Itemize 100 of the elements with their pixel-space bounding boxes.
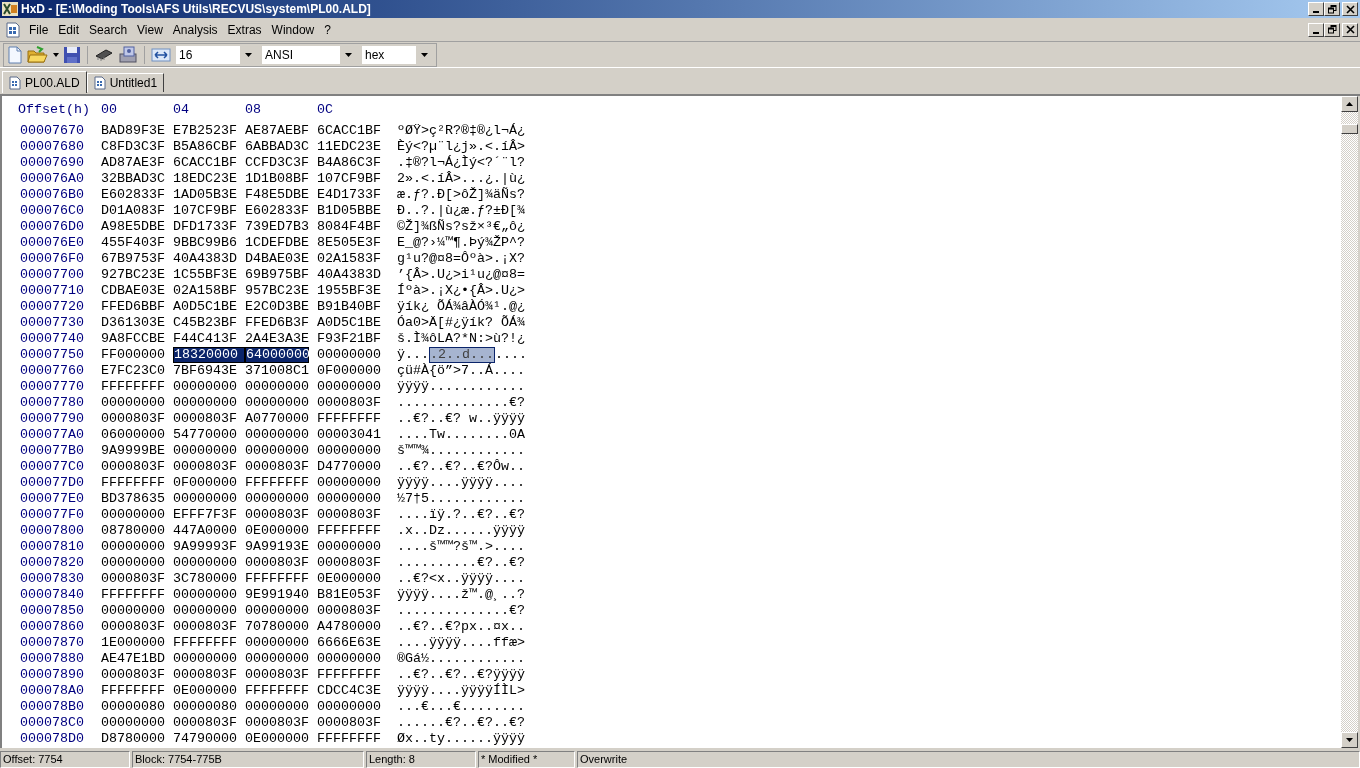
hex-byte-group[interactable]: 0E000000	[317, 571, 381, 587]
hex-byte-group[interactable]: C45B23BF	[173, 315, 237, 331]
ascii-text[interactable]: ..€?..€?..€?ÿÿÿÿ	[397, 667, 525, 683]
menu-item[interactable]: File	[24, 20, 54, 39]
hex-byte-group[interactable]: 40A4383D	[317, 267, 381, 283]
hex-byte-group[interactable]: 00000000	[173, 491, 237, 507]
hex-byte-group[interactable]: 371008C1	[245, 363, 309, 379]
ascii-text[interactable]: ÿ...	[397, 347, 429, 363]
hex-byte-group[interactable]: 447A0000	[173, 523, 237, 539]
hex-byte-group[interactable]: 00000000	[173, 555, 237, 571]
hex-byte-group[interactable]: D4BAE03E	[245, 251, 309, 267]
hex-byte-group[interactable]: 00000000	[101, 507, 165, 523]
ascii-text[interactable]: çü#À{ö”>7..Á....	[397, 363, 525, 379]
tab[interactable]: Untitled1	[86, 73, 165, 92]
ascii-text[interactable]: ÿÿÿÿ............	[397, 379, 525, 395]
hex-byte-group[interactable]: FFFFFFFF	[245, 571, 309, 587]
hex-byte-group[interactable]: 02A158BF	[173, 283, 237, 299]
hex-byte-group[interactable]: C8FD3C3F	[101, 139, 165, 155]
hex-byte-group[interactable]: 00000000	[173, 443, 237, 459]
hex-byte-group[interactable]: F48E5DBE	[245, 187, 309, 203]
hex-byte-group[interactable]: 00000000	[101, 603, 165, 619]
hex-byte-group[interactable]: 40A4383D	[173, 251, 237, 267]
hex-byte-group[interactable]: 0F000000	[173, 475, 237, 491]
hex-byte-group[interactable]: 00000000	[245, 635, 309, 651]
disk-drive-icon[interactable]	[118, 45, 138, 64]
ascii-text[interactable]: ...€...€........	[397, 699, 525, 715]
menu-item[interactable]: Extras	[222, 20, 267, 39]
ascii-text[interactable]: ....ÿÿÿÿ....ffæ>	[397, 635, 525, 651]
hex-byte-group[interactable]: 18EDC23E	[173, 171, 237, 187]
hex-byte-group[interactable]: 957BC23E	[245, 283, 309, 299]
ascii-text[interactable]: ÿÿÿÿ....ÿÿÿÿ....	[397, 475, 525, 491]
hex-byte-group[interactable]: 0000803F	[245, 555, 309, 571]
hex-byte-group[interactable]: CDCC4C3E	[317, 683, 381, 699]
hex-byte-group[interactable]: 69B975BF	[245, 267, 309, 283]
hex-byte-group[interactable]: FFFFFFFF	[101, 683, 165, 699]
hex-byte-group[interactable]: 00000000	[101, 395, 165, 411]
hex-byte-group[interactable]: FFFFFFFF	[317, 667, 381, 683]
close-button[interactable]	[1342, 22, 1358, 37]
hex-byte-group[interactable]: 00000000	[173, 395, 237, 411]
hex-byte-group[interactable]: 0000803F	[245, 715, 309, 731]
ascii-text[interactable]: 2».<.íÂ>...¿.|ù¿	[397, 171, 525, 187]
hex-byte-group[interactable]: 54770000	[173, 427, 237, 443]
hex-byte-group[interactable]: E4D1733F	[317, 187, 381, 203]
hex-byte-group[interactable]: FF000000	[101, 347, 165, 363]
close-button[interactable]	[1342, 2, 1358, 16]
menu-item[interactable]: Edit	[53, 20, 85, 39]
hex-byte-group[interactable]: B1D05BBE	[317, 203, 381, 219]
hex-byte-group[interactable]: D4770000	[317, 459, 381, 475]
hex-byte-group[interactable]: F44C413F	[173, 331, 237, 347]
ascii-text[interactable]: ÿÿÿÿ....ÿÿÿÿÍÌL>	[397, 683, 525, 699]
hex-byte-group[interactable]: 0E000000	[245, 731, 309, 747]
hex-byte-group[interactable]: EFFF7F3F	[173, 507, 237, 523]
hex-byte-group[interactable]: CCFD3C3F	[245, 155, 309, 171]
document-icon[interactable]	[6, 21, 20, 38]
ascii-text[interactable]: ..€?..€?..€?Ôw..	[397, 459, 525, 475]
tab[interactable]: PL00.ALD	[2, 71, 87, 93]
ascii-text[interactable]: Ð..?.|ù¿æ.ƒ?±Ð[¾	[397, 203, 525, 219]
menu-item[interactable]: Search	[84, 20, 133, 39]
minimize-button[interactable]	[1308, 22, 1324, 37]
restore-button[interactable]	[1324, 2, 1340, 16]
ascii-text[interactable]: ½7†5............	[397, 491, 525, 507]
hex-byte-group[interactable]: 70780000	[245, 619, 309, 635]
scrollbar-thumb[interactable]	[1341, 124, 1358, 134]
hex-byte-group[interactable]: A0D5C1BE	[317, 315, 381, 331]
hex-byte-group[interactable]: B81E053F	[317, 587, 381, 603]
hex-byte-group[interactable]: 00000000	[245, 651, 309, 667]
ascii-text[interactable]: ºØŸ>ç²R?®‡®¿l¬Á¿	[397, 123, 525, 139]
hex-byte-group[interactable]: 00000000	[245, 491, 309, 507]
hex-byte-group[interactable]: A0770000	[245, 411, 309, 427]
hex-byte-group[interactable]: FFFFFFFF	[317, 731, 381, 747]
restore-button[interactable]	[1324, 22, 1340, 37]
hex-byte-group[interactable]: 9A99993F	[173, 539, 237, 555]
hex-byte-group[interactable]: 3C780000	[173, 571, 237, 587]
hex-byte-group[interactable]: F93F21BF	[317, 331, 381, 347]
hex-byte-group[interactable]: 64000000	[245, 347, 309, 363]
hex-byte-group[interactable]: 0000803F	[173, 715, 237, 731]
hex-byte-group[interactable]: 107CF9BF	[173, 203, 237, 219]
hex-byte-group[interactable]: 7BF6943E	[173, 363, 237, 379]
charset-dropdown[interactable]: ANSI	[261, 44, 357, 65]
hex-byte-group[interactable]: A98E5DBE	[101, 219, 165, 235]
hex-byte-group[interactable]: 00000000	[317, 379, 381, 395]
hex-byte-group[interactable]: 00000000	[245, 427, 309, 443]
ascii-text[interactable]: ..............€?	[397, 395, 525, 411]
hex-byte-group[interactable]: 0000803F	[173, 667, 237, 683]
hex-byte-group[interactable]: 0000803F	[245, 667, 309, 683]
hex-byte-group[interactable]: 02A1583F	[317, 251, 381, 267]
hex-byte-group[interactable]: A4780000	[317, 619, 381, 635]
ascii-text[interactable]: ....Tw........0A	[397, 427, 525, 443]
ascii-text[interactable]: ..........€?..€?	[397, 555, 525, 571]
hex-byte-group[interactable]: 1955BF3E	[317, 283, 381, 299]
hex-byte-group[interactable]: 0000803F	[101, 411, 165, 427]
ascii-text[interactable]: Èý<?µ¨l¿j».<.íÂ>	[397, 139, 525, 155]
hex-byte-group[interactable]: FFED6BBF	[101, 299, 165, 315]
hex-byte-group[interactable]: 8084F4BF	[317, 219, 381, 235]
hex-byte-group[interactable]: 00000000	[173, 379, 237, 395]
ascii-text[interactable]: ..............€?	[397, 603, 525, 619]
hex-byte-group[interactable]: B5A86CBF	[173, 139, 237, 155]
ascii-text[interactable]: Øx..ty......ÿÿÿÿ	[397, 731, 525, 747]
ascii-text[interactable]: æ.ƒ?.Ð[>ôŽ]¾äÑs?	[397, 187, 525, 203]
hex-byte-group[interactable]: E2C0D3BE	[245, 299, 309, 315]
